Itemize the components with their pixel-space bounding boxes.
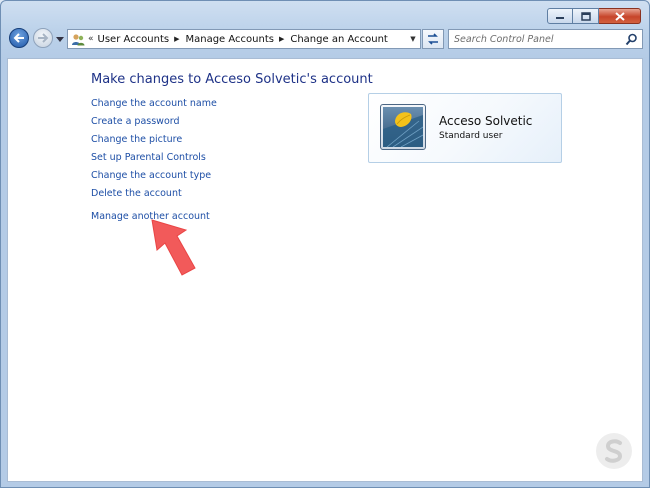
maximize-icon (580, 11, 591, 21)
recent-pages-icon (56, 36, 64, 42)
account-card: Acceso Solvetic Standard user (368, 93, 562, 163)
change-account-name-link[interactable]: Change the account name (91, 98, 217, 109)
window-controls (547, 8, 641, 24)
navigation-bar: « User Accounts ▶ Manage Accounts ▶ Chan… (1, 27, 649, 51)
back-button[interactable] (9, 28, 29, 48)
breadcrumb-arrow-icon[interactable]: ▶ (279, 35, 284, 43)
watermark-logo-icon (596, 433, 632, 469)
address-dropdown-icon[interactable]: ▼ (406, 30, 420, 48)
breadcrumb-change-account[interactable]: Change an Account (290, 34, 388, 45)
refresh-icon (428, 33, 438, 45)
minimize-button[interactable] (547, 8, 573, 24)
avatar (380, 104, 426, 150)
parental-controls-link[interactable]: Set up Parental Controls (91, 152, 206, 163)
account-name: Acceso Solvetic (439, 114, 533, 128)
maximize-button[interactable] (573, 8, 599, 24)
search-input[interactable] (449, 30, 621, 48)
breadcrumb-arrow-icon[interactable]: ▶ (174, 35, 179, 43)
account-picture-icon (383, 107, 423, 147)
breadcrumb-manage-accounts[interactable]: Manage Accounts (185, 34, 274, 45)
account-type: Standard user (439, 131, 503, 141)
breadcrumb-overflow[interactable]: « (88, 34, 94, 44)
search-icon[interactable] (625, 33, 638, 46)
forward-icon (38, 33, 49, 43)
breadcrumb-user-accounts[interactable]: User Accounts (98, 34, 170, 45)
control-panel-window: « User Accounts ▶ Manage Accounts ▶ Chan… (0, 0, 650, 488)
address-bar[interactable]: « User Accounts ▶ Manage Accounts ▶ Chan… (67, 29, 421, 49)
change-account-type-link[interactable]: Change the account type (91, 170, 211, 181)
user-accounts-icon (70, 32, 86, 46)
create-password-link[interactable]: Create a password (91, 116, 180, 127)
refresh-button[interactable] (422, 29, 444, 49)
close-button[interactable] (599, 8, 641, 24)
minimize-icon (556, 17, 564, 19)
page-title: Make changes to Acceso Solvetic's accoun… (91, 72, 373, 87)
change-picture-link[interactable]: Change the picture (91, 134, 182, 145)
back-icon (13, 33, 24, 43)
red-arrow-annotation-icon (151, 219, 196, 276)
recent-pages-button[interactable] (55, 34, 65, 44)
search-box (448, 29, 643, 49)
forward-button[interactable] (33, 28, 53, 48)
content-pane: Make changes to Acceso Solvetic's accoun… (7, 58, 643, 482)
close-icon (614, 11, 625, 21)
delete-account-link[interactable]: Delete the account (91, 188, 182, 199)
